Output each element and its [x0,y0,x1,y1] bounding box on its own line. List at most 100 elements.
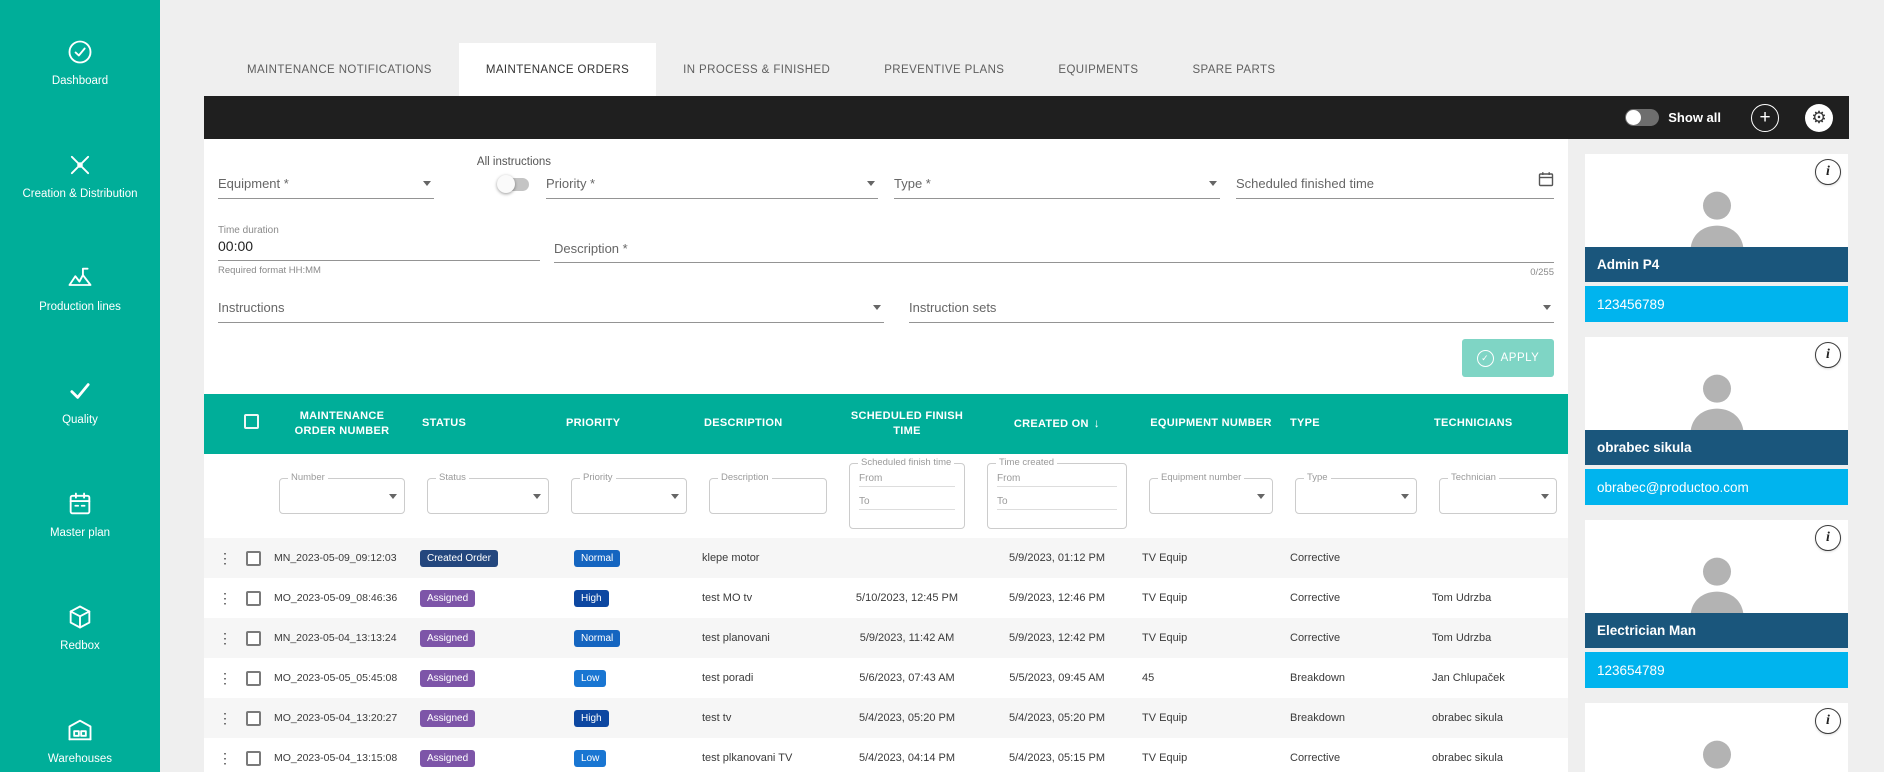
row-menu-icon[interactable]: ⋮ [218,750,232,767]
sidebar-item-master-plan[interactable]: Master plan [0,458,160,571]
cell-scheduled-finish-time: 5/10/2023, 12:45 PM [838,592,976,604]
filter-description[interactable]: Description [709,478,827,514]
filter-equipment-number[interactable]: Equipment number [1149,478,1273,514]
filter-scheduled-to[interactable]: To [859,492,955,510]
dropdown-arrow-icon [1543,305,1551,310]
row-checkbox[interactable] [246,551,261,566]
tab[interactable]: MAINTENANCE NOTIFICATIONS [220,43,459,96]
priority-select[interactable]: Priority * [546,163,878,199]
row-menu-icon[interactable]: ⋮ [218,710,232,727]
row-menu-icon[interactable]: ⋮ [218,670,232,687]
dropdown-arrow-icon [389,494,397,499]
tab[interactable]: EQUIPMENTS [1031,43,1165,96]
sidebar-item-dashboard[interactable]: Dashboard [0,6,160,119]
filter-type[interactable]: Type [1295,478,1417,514]
time-duration-field[interactable]: Time duration 00:00 Required format HH:M… [218,225,540,276]
cell-scheduled-finish-time: 5/9/2023, 11:42 AM [838,632,976,644]
row-menu-icon[interactable]: ⋮ [218,550,232,567]
filter-scheduled-finish-time[interactable]: Scheduled finish time From To [849,463,965,529]
sort-desc-icon[interactable]: ↓ [1094,416,1100,430]
table-row[interactable]: ⋮ MO_2023-05-04_13:20:27 Assigned High t… [204,698,1568,738]
technician-contact: 123654789 [1585,652,1848,688]
instructions-select[interactable]: Instructions [218,287,884,323]
info-icon[interactable]: i [1815,525,1841,551]
person-icon [1677,179,1757,247]
row-menu-icon[interactable]: ⋮ [218,630,232,647]
status-badge: Assigned [420,750,475,767]
cell-description: test tv [698,712,838,724]
instruction-sets-select[interactable]: Instruction sets [909,287,1554,323]
avatar [1585,337,1848,430]
instruction-sets-label: Instruction sets [909,300,996,315]
equipment-select[interactable]: Equipment * [218,163,434,199]
column-header-equipment: EQUIPMENT NUMBER [1138,416,1284,431]
filter-number[interactable]: Number [279,478,405,514]
add-button[interactable]: + [1751,104,1779,132]
sidebar-item-creation-distribution[interactable]: Creation & Distribution [0,119,160,232]
cell-description: test poradi [698,672,838,684]
cell-equipment-number: 45 [1138,672,1284,684]
cell-description: klepe motor [698,552,838,564]
type-select[interactable]: Type * [894,163,1220,199]
filter-priority[interactable]: Priority [571,478,687,514]
description-counter: 0/255 [554,267,1554,278]
sidebar-item-production-lines[interactable]: Production lines [0,232,160,345]
scheduled-finished-time-field[interactable]: Scheduled finished time [1236,163,1554,199]
info-icon[interactable]: i [1815,342,1841,368]
sidebar-item-redbox[interactable]: Redbox [0,571,160,684]
apply-button[interactable]: ✓ APPLY [1462,339,1554,377]
technician-card-partial: i [1585,703,1848,772]
table-row[interactable]: ⋮ MN_2023-05-09_09:12:03 Created Order N… [204,538,1568,578]
table-row[interactable]: ⋮ MO_2023-05-09_08:46:36 Assigned High t… [204,578,1568,618]
all-instructions-toggle[interactable] [499,178,529,191]
table-row[interactable]: ⋮ MO_2023-05-04_13:15:08 Assigned Low te… [204,738,1568,772]
cell-type: Breakdown [1284,712,1428,724]
row-checkbox[interactable] [246,751,261,766]
cell-technicians: Tom Udrzba [1428,632,1568,644]
info-icon[interactable]: i [1815,159,1841,185]
technician-contact: 123456789 [1585,286,1848,322]
description-field[interactable]: Description * 0/255 [554,225,1554,278]
row-checkbox[interactable] [246,711,261,726]
filter-technician[interactable]: Technician [1439,478,1557,514]
sidebar-item-warehouses[interactable]: Warehouses [0,684,160,772]
row-checkbox[interactable] [246,631,261,646]
calendar-picker-icon[interactable] [1538,171,1554,190]
body-row: Equipment * All instructions Priority * … [204,139,1884,772]
filter-scheduled-from[interactable]: From [859,469,955,487]
sidebar-item-quality[interactable]: Quality [0,345,160,458]
cell-created-on: 5/9/2023, 12:42 PM [976,632,1138,644]
select-all-checkbox[interactable] [244,414,259,429]
tab-label: EQUIPMENTS [1058,64,1138,76]
gauge-icon [66,38,94,66]
table-row[interactable]: ⋮ MN_2023-05-04_13:13:24 Assigned Normal… [204,618,1568,658]
show-all-toggle[interactable] [1625,109,1659,126]
cell-type: Corrective [1284,592,1428,604]
filter-created-from[interactable]: From [997,469,1117,487]
column-header-priority: PRIORITY [560,416,698,431]
column-header-created[interactable]: CREATED ON↓ [976,415,1138,432]
tab[interactable]: IN PROCESS & FINISHED [656,43,857,96]
description-placeholder[interactable]: Description * [554,225,1554,263]
tab[interactable]: MAINTENANCE ORDERS [459,43,656,96]
cell-technicians: obrabec sikula [1428,752,1568,764]
filter-status[interactable]: Status [427,478,549,514]
status-badge: Created Order [420,550,498,567]
time-duration-value[interactable]: 00:00 [218,236,540,261]
checkmark-icon [66,377,94,405]
cell-created-on: 5/4/2023, 05:20 PM [976,712,1138,724]
filter-time-created[interactable]: Time created From To [987,463,1127,529]
row-checkbox[interactable] [246,591,261,606]
row-checkbox[interactable] [246,671,261,686]
info-icon[interactable]: i [1815,708,1841,734]
row-menu-icon[interactable]: ⋮ [218,590,232,607]
orders-panel: Equipment * All instructions Priority * … [204,139,1568,772]
calendar-icon [66,490,94,518]
table-row[interactable]: ⋮ MO_2023-05-05_05:45:08 Assigned Low te… [204,658,1568,698]
settings-button[interactable]: ⚙ [1805,104,1833,132]
tab[interactable]: PREVENTIVE PLANS [857,43,1031,96]
technician-card: i Electrician Man 123654789 [1585,520,1848,688]
filter-created-to[interactable]: To [997,492,1117,510]
cell-description: test planovani [698,632,838,644]
tab[interactable]: SPARE PARTS [1165,43,1302,96]
